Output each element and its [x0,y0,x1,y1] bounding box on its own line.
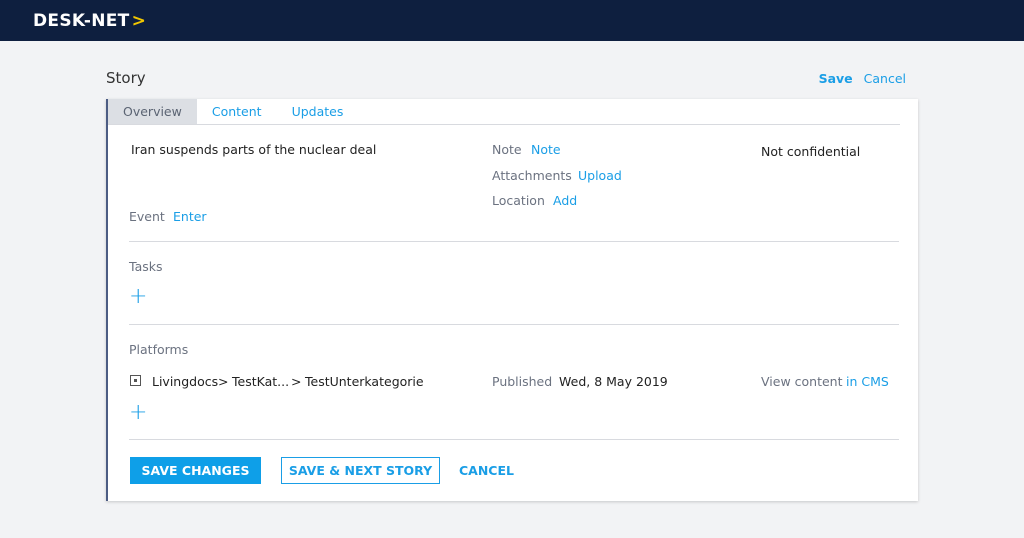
confidentiality-status[interactable]: Not confidential [761,144,860,159]
note-link[interactable]: Note [531,142,561,157]
add-task-icon[interactable]: + [129,286,147,308]
platform-expand-icon[interactable] [130,375,141,386]
tasks-label: Tasks [129,259,163,274]
desk-net-logo[interactable]: DESK-NET > [33,11,146,31]
story-card: Overview Content Updates Iran suspends p… [106,99,918,501]
view-content-label: View content [761,374,843,389]
publication-date[interactable]: Wed, 8 May 2019 [559,374,668,389]
path-separator: > [218,374,229,389]
platforms-label: Platforms [129,342,189,357]
divider [129,439,899,440]
view-in-cms-link[interactable]: in CMS [846,374,889,389]
top-navigation-bar: DESK-NET > [0,0,1024,41]
top-actions: Save Cancel [819,71,906,86]
enter-event-link[interactable]: Enter [173,209,207,224]
page-title: Story [106,69,146,87]
tab-overview[interactable]: Overview [108,99,197,124]
add-location-link[interactable]: Add [553,193,577,208]
tab-updates[interactable]: Updates [277,99,359,124]
platform-path-subcategory[interactable]: TestUnterkategorie [305,374,424,389]
event-label: Event [129,209,165,224]
logo-arrow-icon: > [131,11,147,31]
publication-status-label[interactable]: Published [492,374,552,389]
location-label: Location [492,193,545,208]
top-cancel-link[interactable]: Cancel [864,71,906,86]
upload-link[interactable]: Upload [578,168,622,183]
story-headline[interactable]: Iran suspends parts of the nuclear deal [131,142,376,157]
divider [129,241,899,242]
note-label: Note [492,142,522,157]
platform-path-livingdocs[interactable]: Livingdocs [152,374,218,389]
cancel-button[interactable]: CANCEL [459,463,514,478]
save-changes-button[interactable]: SAVE CHANGES [130,457,261,484]
path-separator: > [291,374,302,389]
add-platform-icon[interactable]: + [129,402,147,424]
top-save-link[interactable]: Save [819,71,853,86]
save-next-story-button[interactable]: SAVE & NEXT STORY [281,457,440,484]
logo-text: DESK-NET [33,11,130,31]
attachments-label: Attachments [492,168,572,183]
divider [129,324,899,325]
tab-content[interactable]: Content [197,99,277,124]
platform-path-category[interactable]: TestKat... [232,374,289,389]
story-tabs: Overview Content Updates [108,99,900,125]
